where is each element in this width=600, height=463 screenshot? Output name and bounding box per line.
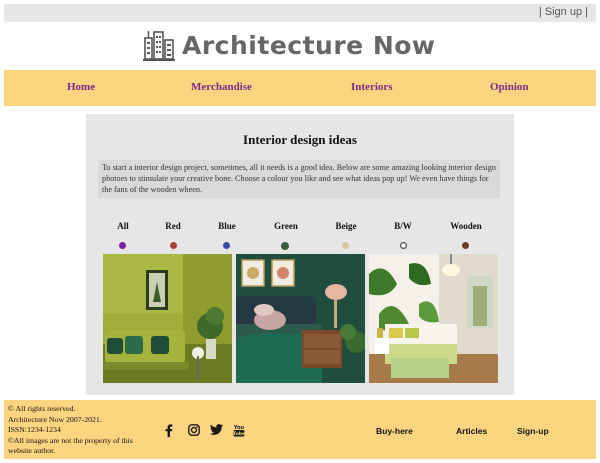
- top-bar: | Sign up |: [4, 4, 596, 22]
- filter-blue[interactable]: Blue: [207, 221, 247, 231]
- page-title: Interior design ideas: [243, 132, 357, 147]
- nav-merchandise[interactable]: Merchandise: [191, 81, 252, 93]
- interior-photo-green-sofa[interactable]: [103, 254, 232, 383]
- nav-interiors[interactable]: Interiors: [351, 81, 393, 93]
- color-dot-wooden[interactable]: [462, 242, 469, 249]
- intro-text: To start a interior design project, some…: [98, 160, 500, 198]
- color-dot-beige[interactable]: [342, 242, 349, 249]
- green-bedroom-image: [236, 254, 365, 383]
- filter-all[interactable]: All: [103, 221, 143, 231]
- nav-opinion[interactable]: Opinion: [490, 81, 529, 93]
- green-sofa-image: [103, 254, 232, 383]
- buy-here-link[interactable]: Buy-here: [376, 426, 413, 436]
- twitter-icon[interactable]: [210, 424, 223, 435]
- site-logo[interactable]: Architecture Now: [142, 26, 436, 64]
- image-credit-line-2: website author.: [8, 446, 56, 455]
- issn-text: ISSN:1234-1234: [8, 425, 61, 434]
- leaf-bedroom-image: [369, 254, 498, 383]
- interior-photo-leaf-bedroom[interactable]: [369, 254, 498, 383]
- color-dot-green[interactable]: [281, 242, 289, 250]
- top-signup-link[interactable]: | Sign up |: [539, 6, 588, 18]
- footer-signup-link[interactable]: Sign-up: [517, 426, 549, 436]
- logo-text: Architecture Now: [182, 30, 436, 60]
- building-logo-icon: [143, 31, 175, 61]
- instagram-icon[interactable]: [188, 424, 200, 436]
- filter-red[interactable]: Red: [153, 221, 193, 231]
- color-dot-red[interactable]: [170, 242, 177, 249]
- footer: © All rights reserved. Architecture Now …: [4, 400, 596, 459]
- content-panel: Interior design ideas To start a interio…: [86, 114, 514, 395]
- copyright-line: © All rights reserved.: [8, 404, 76, 413]
- youtube-icon[interactable]: You Tube: [233, 424, 245, 437]
- filter-green[interactable]: Green: [266, 221, 306, 231]
- color-dot-all[interactable]: [119, 242, 126, 249]
- articles-link[interactable]: Articles: [456, 426, 487, 436]
- filter-wooden[interactable]: Wooden: [446, 221, 486, 231]
- color-dot-bw[interactable]: [400, 242, 407, 249]
- nav-home[interactable]: Home: [67, 81, 95, 93]
- color-dot-blue[interactable]: [223, 242, 230, 249]
- interior-photo-green-bedroom[interactable]: [236, 254, 365, 383]
- svg-text:Tube: Tube: [233, 431, 245, 437]
- facebook-icon[interactable]: [165, 424, 173, 437]
- filter-bw[interactable]: B/W: [383, 221, 423, 231]
- copyright-years: Architecture Now 2007-2021.: [8, 414, 102, 424]
- main-nav: Home Merchandise Interiors Opinion: [4, 70, 596, 106]
- filter-beige[interactable]: Beige: [326, 221, 366, 231]
- image-credit-line: ©All images are not the property of this: [8, 435, 133, 445]
- copyright-block: © All rights reserved. Architecture Now …: [8, 404, 133, 457]
